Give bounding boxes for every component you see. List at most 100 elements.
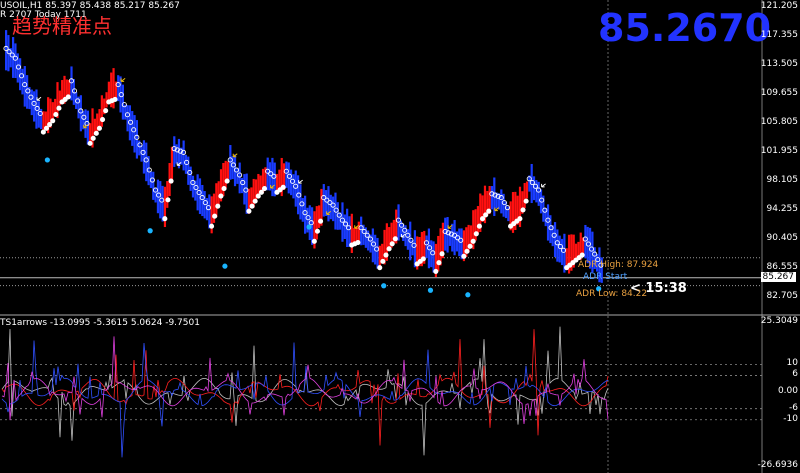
trail-stop-dot (168, 178, 174, 184)
candle-bar (121, 84, 124, 120)
candle-bar (142, 140, 146, 174)
candle-bar (35, 89, 38, 129)
trail-stop-dot (464, 248, 470, 254)
candle-bar (166, 181, 169, 208)
candle-bar (584, 224, 587, 259)
trail-stop-dot (311, 238, 317, 244)
trail-stop-dot (96, 125, 102, 131)
candle-bar (86, 110, 89, 145)
candle-bar (217, 181, 220, 207)
trail-stop-dot (486, 208, 492, 214)
trail-stop-dot (386, 246, 392, 252)
trail-stop-dot (520, 207, 526, 213)
trail-stop-dot (392, 236, 398, 242)
trail-stop-dot (162, 216, 168, 222)
indicator-line (1, 329, 609, 446)
chart-canvas[interactable] (0, 0, 800, 473)
signal-dot (222, 263, 228, 269)
trail-stop-dot (470, 238, 476, 244)
trail-stop-dot (252, 198, 258, 204)
price-axis-tick: 101.955 (760, 146, 798, 156)
trail-stop-dot (246, 208, 252, 214)
candle-bar (500, 189, 503, 214)
trail-stop-dot (280, 184, 286, 190)
candle-bar (201, 184, 204, 217)
signal-dot (44, 157, 50, 163)
indicator-line (1, 326, 609, 456)
indicator-axis-tick: 0.00 (777, 386, 798, 397)
signal-arrow-icon (36, 96, 42, 101)
indicator-axis-tick: -10 (783, 413, 798, 424)
candle-bar (553, 222, 557, 258)
watermark-text: 趋势精准点 (12, 14, 112, 38)
trail-stop-dot (56, 105, 62, 111)
candle-bar (173, 136, 176, 167)
trail-stop-dot (355, 240, 361, 246)
candle-bar (332, 196, 335, 222)
adr-high-label: ADR High: 87.924 (578, 260, 659, 270)
trail-stop-dot (261, 186, 268, 192)
candle-bar (444, 217, 447, 251)
price-axis-tick: 113.505 (760, 59, 798, 69)
trail-stop-dot (579, 252, 585, 258)
signal-dot (147, 228, 153, 234)
trail-stop-dot (90, 135, 96, 141)
candle-bar (439, 228, 442, 266)
indicator-axis-tick: 10 (786, 358, 798, 369)
trail-stop-dot (53, 111, 59, 118)
candle-bar (437, 235, 440, 272)
trail-stop-dot (380, 258, 386, 264)
trail-stop-dot (439, 251, 445, 257)
indicator-axis-tick: -6 (789, 402, 798, 413)
trail-stop-dot (517, 216, 523, 222)
trail-stop-dot (473, 231, 479, 237)
candle-bar (208, 194, 211, 229)
trail-stop-dot (476, 223, 482, 229)
candle-bar (318, 205, 321, 228)
trail-stop-dot (483, 212, 489, 218)
candle-bar (170, 146, 174, 184)
candle-bar (490, 186, 494, 210)
signal-arrow-icon (120, 78, 126, 82)
price-axis-tick: 105.805 (760, 117, 798, 127)
trail-stop-dot (258, 189, 264, 195)
trail-stop-dot (314, 228, 321, 234)
candle-bar (537, 181, 540, 206)
price-axis-tick: 109.655 (760, 88, 798, 98)
trail-stop-dot (43, 125, 50, 131)
candle-bar (343, 214, 346, 240)
candle-bar (413, 230, 416, 268)
candle-bar (222, 162, 225, 197)
trail-stop-dot (377, 265, 383, 271)
current-price-tag: 85.267 (760, 271, 796, 282)
trail-stop-dot (221, 186, 227, 192)
candle-bar (523, 183, 526, 209)
candle-bar (215, 183, 218, 218)
price-axis-tick: 94.255 (766, 204, 799, 214)
candle-bar (525, 181, 529, 199)
candle-bar (355, 226, 358, 243)
candle-bar (161, 185, 164, 222)
price-axis-tick: 90.405 (766, 233, 799, 243)
trail-stop-dot (249, 203, 255, 209)
price-axis-tick: 86.555 (766, 262, 799, 272)
current-price-display: 85.2670 (598, 6, 772, 50)
candle-bar (21, 68, 24, 95)
price-axis-tick: 117.355 (760, 30, 798, 40)
signal-arrow-icon (541, 183, 546, 188)
candle-bar (152, 171, 155, 200)
trail-stop-dot (65, 94, 71, 100)
indicator-title: TS1arrows -13.0995 -5.3615 5.0624 -9.750… (0, 318, 200, 328)
trail-stop-dot (433, 268, 439, 274)
adr-low-label: ADR Low: 84.22 (576, 289, 648, 299)
trail-stop-dot (103, 108, 109, 114)
trail-stop-dot (461, 253, 467, 259)
candle-bar (133, 115, 136, 153)
candle-bar (128, 105, 132, 141)
signal-arrow-icon (232, 153, 238, 158)
signal-arrow-icon (298, 179, 303, 184)
trail-stop-dot (209, 223, 215, 229)
candle-bar (432, 241, 435, 273)
indicator-axis-tick: -26.6936 (757, 460, 798, 470)
candle-bar (105, 92, 108, 108)
